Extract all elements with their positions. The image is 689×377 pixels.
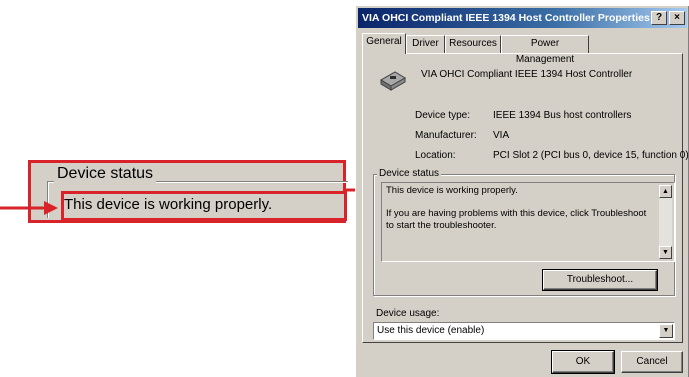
dropdown-arrow-icon[interactable]: ▼ — [659, 324, 673, 338]
manufacturer-label: Manufacturer: — [415, 130, 477, 141]
status-line-troubleshoot-hint: If you are having problems with this dev… — [386, 208, 647, 231]
location-label: Location: — [415, 150, 456, 161]
properties-dialog: VIA OHCI Compliant IEEE 1394 Host Contro… — [355, 6, 689, 377]
device-usage-select[interactable]: Use this device (enable) ▼ — [373, 322, 675, 340]
controller-card-icon — [380, 71, 406, 91]
troubleshoot-button[interactable]: Troubleshoot... — [542, 269, 658, 291]
troubleshoot-button-label: Troubleshoot... — [566, 274, 634, 285]
manufacturer-value: VIA — [493, 130, 510, 141]
device-usage-selected: Use this device (enable) — [377, 325, 485, 336]
close-button[interactable]: × — [669, 11, 685, 25]
tab-power-management[interactable]: Power Management — [501, 35, 589, 65]
scroll-down-icon[interactable]: ▼ — [659, 246, 672, 259]
ok-button[interactable]: OK — [551, 350, 615, 374]
location-value: PCI Slot 2 (PCI bus 0, device 15, functi… — [493, 150, 689, 161]
window-title: VIA OHCI Compliant IEEE 1394 Host Contro… — [362, 12, 650, 24]
left-arrow-icon — [0, 201, 58, 215]
device-type-label: Device type: — [415, 110, 471, 121]
device-name: VIA OHCI Compliant IEEE 1394 Host Contro… — [421, 69, 633, 80]
tab-driver[interactable]: Driver — [406, 35, 445, 53]
tab-general[interactable]: General — [362, 33, 406, 54]
device-type-value: IEEE 1394 Bus host controllers — [493, 110, 632, 121]
status-scrollbar[interactable]: ▲ ▼ — [659, 185, 672, 259]
device-status-textbox[interactable]: This device is working properly. If you … — [381, 182, 675, 262]
general-tab-panel: VIA OHCI Compliant IEEE 1394 Host Contro… — [362, 53, 689, 343]
cancel-button[interactable]: Cancel — [621, 351, 683, 373]
scroll-up-icon[interactable]: ▲ — [659, 185, 672, 198]
status-line-working: This device is working properly. — [386, 185, 518, 196]
device-status-legend: Device status — [377, 167, 442, 181]
help-button[interactable]: ? — [651, 11, 667, 25]
tab-resources[interactable]: Resources — [445, 35, 501, 53]
device-usage-label: Device usage: — [376, 308, 440, 319]
title-bar: VIA OHCI Compliant IEEE 1394 Host Contro… — [358, 8, 687, 28]
